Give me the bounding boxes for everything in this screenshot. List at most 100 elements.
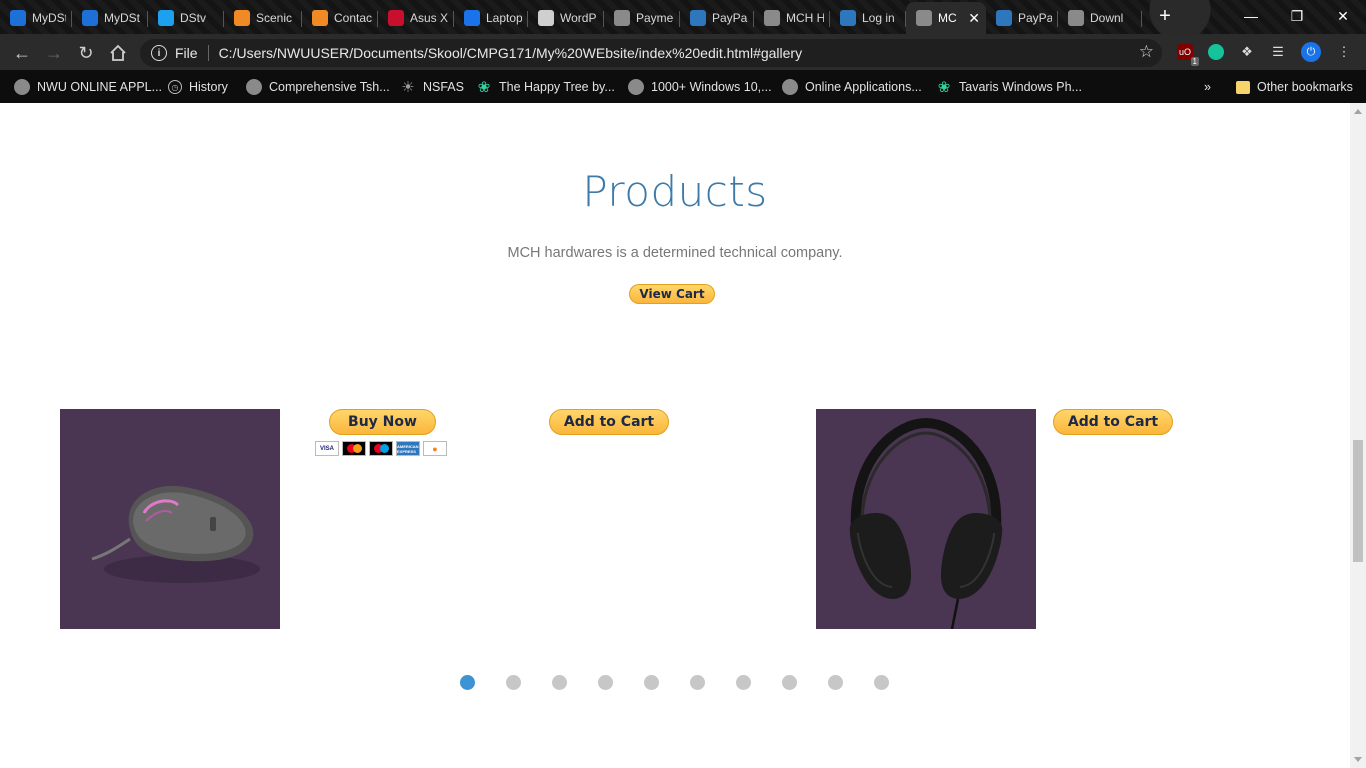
scroll-thumb[interactable] xyxy=(1353,440,1363,562)
globe-icon xyxy=(614,10,630,26)
carousel-dot[interactable] xyxy=(552,675,567,690)
browser-tab[interactable]: WordP xyxy=(528,4,604,32)
browser-tab[interactable]: MCH H xyxy=(754,4,830,32)
bookmark-item[interactable]: Online Applications... xyxy=(782,76,922,98)
browser-tab[interactable]: Scenic xyxy=(224,4,302,32)
browser-tab[interactable]: Payme xyxy=(604,4,680,32)
leaf-icon: ❀ xyxy=(937,79,951,96)
carousel-dot[interactable] xyxy=(506,675,521,690)
add-to-cart-button[interactable]: Add to Cart xyxy=(549,409,669,435)
info-icon[interactable]: i xyxy=(151,45,167,61)
home-icon xyxy=(110,44,126,61)
mouse-icon xyxy=(91,485,260,583)
bookmark-item[interactable]: ☀ NSFAS xyxy=(400,76,464,98)
carousel-dot[interactable] xyxy=(690,675,705,690)
product-image-headphones[interactable] xyxy=(816,409,1036,629)
page-title: Products xyxy=(582,167,768,216)
bookmarks-overflow-button[interactable]: » xyxy=(1204,76,1211,98)
carousel-dot[interactable] xyxy=(460,675,475,690)
profile-button[interactable]: ⏻ xyxy=(1301,42,1321,62)
extensions-button[interactable]: ❖ xyxy=(1237,42,1257,62)
minimize-button[interactable]: — xyxy=(1228,0,1274,32)
carousel-dot[interactable] xyxy=(644,675,659,690)
tab-label: Scenic xyxy=(256,11,293,25)
restore-button[interactable]: ❐ xyxy=(1274,0,1320,32)
chrome-menu-button[interactable]: ⋮ xyxy=(1334,42,1354,62)
bookmark-label: 1000+ Windows 10,... xyxy=(651,80,772,94)
mastercard-logo xyxy=(342,441,366,456)
home-button[interactable] xyxy=(105,40,131,66)
browser-tab[interactable]: MyDSt xyxy=(0,4,72,32)
back-button[interactable]: ← xyxy=(9,40,35,66)
browser-tab[interactable]: PayPal xyxy=(680,4,754,32)
carousel-dot[interactable] xyxy=(782,675,797,690)
bookmark-label: Tavaris Windows Ph... xyxy=(959,80,1082,94)
mcafee-icon xyxy=(388,10,404,26)
media-control-button[interactable]: ☰ xyxy=(1268,42,1288,62)
discover-logo: ● xyxy=(423,441,447,456)
nsfas-icon: ☀ xyxy=(401,79,415,96)
ublock-extension-button[interactable]: uO 1 xyxy=(1175,42,1199,66)
bookmark-item[interactable]: ❀ Tavaris Windows Ph... xyxy=(936,76,1082,98)
url-text[interactable]: C:/Users/NWUUSER/Documents/Skool/CMPG171… xyxy=(219,45,803,61)
browser-tab[interactable]: Log in xyxy=(830,4,906,32)
buy-now-button[interactable]: Buy Now xyxy=(329,409,436,435)
reload-button[interactable]: ↻ xyxy=(73,40,99,66)
tab-label: MCH H xyxy=(786,11,824,25)
bookmark-item[interactable]: Comprehensive Tsh... xyxy=(246,76,390,98)
browser-tab[interactable]: Laptop xyxy=(454,4,528,32)
mydstv-icon xyxy=(10,10,26,26)
close-window-button[interactable]: ✕ xyxy=(1320,0,1366,32)
product-image-mouse[interactable] xyxy=(60,409,280,629)
browser-tab[interactable]: Contac xyxy=(302,4,378,32)
bookmark-star-icon[interactable]: ☆ xyxy=(1139,42,1154,62)
amex-logo: AMERICAN EXPRESS xyxy=(396,441,420,456)
browser-tab[interactable]: Downl xyxy=(1058,4,1142,32)
tab-separator xyxy=(1141,11,1142,27)
scroll-up-arrow[interactable] xyxy=(1354,109,1362,114)
paypal-icon xyxy=(996,10,1012,26)
add-to-cart-button-2[interactable]: Add to Cart xyxy=(1053,409,1173,435)
new-tab-button[interactable]: + xyxy=(1154,6,1176,28)
globe-icon xyxy=(628,79,644,95)
avatar: ⏻ xyxy=(1301,42,1321,62)
toolbar: ← → ↻ i File C:/Users/NWUUSER/Documents/… xyxy=(0,34,1366,70)
bookmark-label: Comprehensive Tsh... xyxy=(269,80,390,94)
tab-label: MyDSt xyxy=(32,11,66,25)
tab-label: DStv xyxy=(180,11,207,25)
scroll-down-arrow[interactable] xyxy=(1354,757,1362,762)
bookmark-item[interactable]: NWU ONLINE APPL... xyxy=(14,76,162,98)
other-bookmarks-folder[interactable]: Other bookmarks xyxy=(1236,76,1353,98)
carousel-dot[interactable] xyxy=(736,675,751,690)
tab-label: PayPal xyxy=(1018,11,1052,25)
bookmark-label: Online Applications... xyxy=(805,80,922,94)
extension-badge: 1 xyxy=(1190,57,1199,66)
leaf-icon: ❀ xyxy=(477,79,491,96)
bookmark-item[interactable]: 1000+ Windows 10,... xyxy=(628,76,772,98)
browser-tab[interactable]: MyDSt xyxy=(72,4,148,32)
tab-label: Asus X xyxy=(410,11,448,25)
omnibox-divider xyxy=(207,45,209,61)
close-tab-icon[interactable]: ✕ xyxy=(968,10,980,27)
puzzle-icon: ❖ xyxy=(1241,44,1253,59)
view-cart-button[interactable]: View Cart xyxy=(629,284,715,304)
bookmark-item[interactable]: ◷ History xyxy=(168,76,228,98)
page-scrollbar[interactable] xyxy=(1350,103,1366,768)
browser-tab[interactable]: Asus X xyxy=(378,4,454,32)
visa-logo: VISA xyxy=(315,441,339,456)
tab-label: MC xyxy=(938,11,957,25)
forward-button[interactable]: → xyxy=(41,40,67,66)
bookmark-item[interactable]: ❀ The Happy Tree by... xyxy=(476,76,615,98)
t-icon xyxy=(234,10,250,26)
browser-tab[interactable]: MC ✕ xyxy=(906,2,986,34)
browser-tab[interactable]: PayPal xyxy=(986,4,1058,32)
other-bookmarks-label: Other bookmarks xyxy=(1257,80,1353,94)
carousel-dot[interactable] xyxy=(874,675,889,690)
grammarly-extension-button[interactable] xyxy=(1206,42,1226,62)
carousel-dot[interactable] xyxy=(598,675,613,690)
maestro-logo xyxy=(369,441,393,456)
tab-label: Downl xyxy=(1090,11,1124,25)
carousel-dot[interactable] xyxy=(828,675,843,690)
address-bar[interactable]: i File C:/Users/NWUUSER/Documents/Skool/… xyxy=(140,39,1162,67)
browser-tab[interactable]: DStv xyxy=(148,4,224,32)
